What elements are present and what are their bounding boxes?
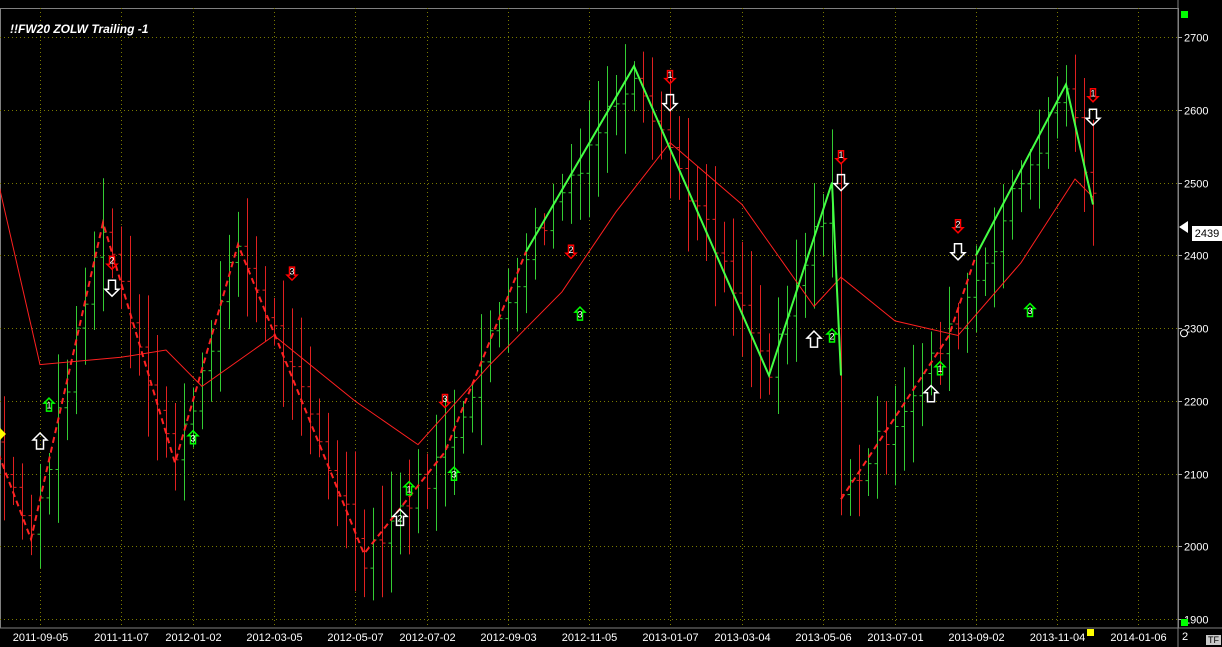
signal-label: 3: [1027, 306, 1032, 316]
signal-label: 2: [397, 513, 402, 523]
x-tick-label: 2011-09-05: [13, 632, 68, 644]
y-tick-label: 2600: [1184, 106, 1208, 118]
down-arrow-icon: [103, 279, 121, 298]
y-tick-label: 2100: [1184, 470, 1208, 482]
arrow-shape: [949, 243, 967, 261]
up-arrow-icon: 2: [825, 327, 839, 343]
signal-markers: 1 2 3 3 1 2 3 3 2 3 1 2 1 1 2 3 1: [31, 69, 1102, 527]
moving-average-line: [0, 141, 1094, 446]
down-arrow-icon: 2: [951, 219, 965, 234]
x-tick-label: 2012-11-05: [562, 632, 617, 644]
zigzag-dashed-line: [0, 218, 527, 556]
y-tick-label: 2400: [1184, 251, 1208, 263]
axis-circle-marker: [1180, 329, 1188, 338]
signal-label: 2: [568, 245, 573, 255]
signal-label: 3: [442, 394, 447, 404]
up-arrow-icon: 1: [42, 397, 56, 412]
ohlc-bars: [1, 44, 1097, 601]
signal-label: 2: [109, 256, 114, 266]
signal-label: 2: [955, 219, 960, 229]
x-tick-label: 2013-11-04: [1030, 632, 1085, 644]
down-arrow-icon: 1: [834, 149, 848, 165]
signal-label: 1: [937, 364, 942, 374]
down-arrow-icon: 3: [285, 266, 299, 282]
arrow-shape: [103, 279, 121, 298]
x-tick-label: 2013-03-04: [714, 632, 770, 644]
y-tick-label: 2000: [1184, 542, 1208, 554]
x-tick-label: 2012-07-02: [399, 632, 455, 644]
zigzag-solid-line: [525, 63, 842, 379]
x-tick-label: 2012-01-02: [165, 632, 221, 644]
scroll-bottom-marker[interactable]: [1181, 619, 1188, 626]
signal-label: 3: [577, 310, 582, 320]
signal-label: 1: [667, 70, 672, 80]
y-tick-label: 2500: [1184, 179, 1208, 191]
x-tick-label: 2012-05-07: [327, 632, 383, 644]
signal-label: 2: [829, 332, 834, 342]
up-arrow-icon: 3: [1023, 302, 1037, 318]
signal-label: 3: [289, 267, 294, 277]
current-bar-marker: [1087, 629, 1094, 636]
up-arrow-icon: 3: [573, 306, 587, 321]
price-chart[interactable]: 1900200021002200230024002500260027002011…: [0, 0, 1222, 647]
zigzag-dashed-line: [840, 255, 977, 500]
up-arrow-icon: 1: [933, 360, 947, 376]
x-tick-label: 2014-01-06: [1110, 632, 1166, 644]
y-tick-label: 2200: [1184, 397, 1208, 409]
down-arrow-icon: [949, 243, 967, 261]
signal-label: 1: [406, 484, 411, 494]
up-arrow-icon: [805, 330, 823, 348]
down-arrow-icon: 1: [1086, 88, 1100, 103]
page-number[interactable]: 2: [1182, 631, 1188, 643]
x-tick-label: 2012-09-03: [480, 632, 536, 644]
x-tick-label: 2011-11-07: [94, 632, 149, 644]
signal-label: 1: [46, 401, 51, 411]
x-tick-label: 2012-03-05: [246, 632, 302, 644]
last-price-label: 2439: [1192, 226, 1222, 241]
timeframe-button[interactable]: TF: [1206, 635, 1221, 645]
scroll-top-marker[interactable]: [1181, 11, 1188, 18]
x-tick-label: 2013-09-02: [948, 632, 1004, 644]
signal-label: 3: [190, 433, 195, 443]
signal-label: 3: [451, 470, 456, 480]
last-price-pointer: [1179, 221, 1188, 234]
chart-title: !!FW20 ZOLW Trailing -1: [10, 22, 149, 36]
arrow-shape: [805, 330, 823, 348]
up-arrow-icon: 3: [186, 429, 200, 445]
down-arrow-icon: 2: [564, 244, 578, 260]
left-edge-marker: [0, 428, 6, 440]
x-tick-label: 2013-01-07: [642, 632, 698, 644]
signal-label: 1: [1090, 88, 1095, 98]
y-tick-label: 2700: [1184, 33, 1208, 45]
x-tick-label: 2013-07-01: [867, 632, 923, 644]
x-tick-label: 2013-05-06: [795, 632, 851, 644]
signal-label: 1: [838, 150, 843, 160]
up-arrow-icon: 3: [447, 466, 461, 481]
